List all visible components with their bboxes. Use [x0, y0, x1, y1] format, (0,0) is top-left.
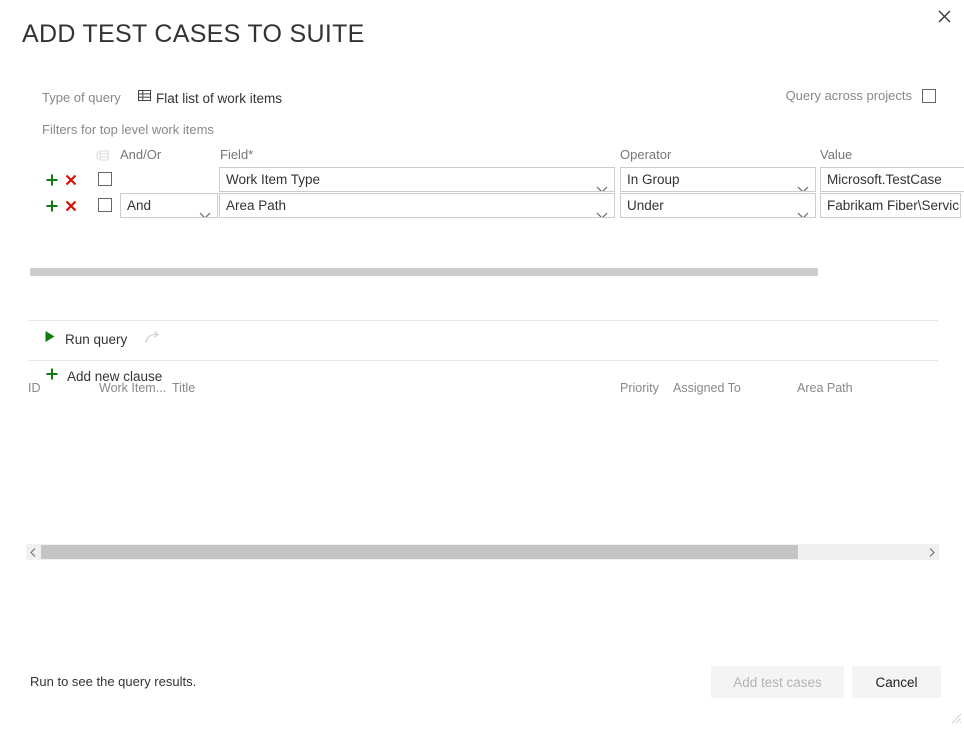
- field-select-value: Area Path: [226, 198, 286, 213]
- value-input[interactable]: Fabrikam Fiber\Servic: [820, 193, 961, 218]
- filters-scrollbar-thumb[interactable]: [30, 268, 818, 276]
- column-header-title[interactable]: Title: [172, 381, 195, 395]
- query-type-row: Type of query Flat list of work items Qu…: [42, 88, 936, 110]
- column-header-and-or: And/Or: [120, 147, 161, 167]
- column-header-value: Value: [820, 147, 852, 167]
- query-across-projects-toggle[interactable]: Query across projects: [786, 88, 936, 103]
- cancel-button[interactable]: Cancel: [852, 666, 941, 698]
- run-query-button[interactable]: Run query: [44, 330, 127, 348]
- and-or-select[interactable]: And: [120, 193, 218, 218]
- query-type-selector[interactable]: Flat list of work items: [137, 88, 282, 108]
- column-header-id[interactable]: ID: [28, 381, 41, 395]
- footer-status-text: Run to see the query results.: [30, 674, 196, 689]
- results-column-headers: ID Work Item... Title Priority Assigned …: [0, 381, 964, 397]
- clause-row-checkbox[interactable]: [98, 198, 112, 212]
- operator-select-value: Under: [627, 198, 664, 213]
- filters-caption: Filters for top level work items: [42, 122, 214, 137]
- add-clause-row-icon[interactable]: [45, 171, 59, 189]
- filter-clause-row: Work Item Type In Group Microsoft.TestCa…: [0, 167, 964, 193]
- and-or-select-value: And: [127, 198, 151, 213]
- chevron-down-icon: [797, 203, 809, 218]
- grid-icon: [137, 88, 152, 108]
- query-type-label: Type of query: [42, 90, 121, 105]
- value-input[interactable]: Microsoft.TestCase: [820, 167, 964, 192]
- value-input-text: Fabrikam Fiber\Servic: [827, 198, 959, 213]
- field-select-value: Work Item Type: [226, 172, 320, 187]
- chevron-down-icon: [596, 177, 608, 192]
- operator-select[interactable]: Under: [620, 193, 816, 218]
- add-test-cases-button[interactable]: Add test cases: [711, 666, 844, 698]
- operator-select-value: In Group: [627, 172, 680, 187]
- chevron-down-icon: [199, 203, 211, 218]
- field-select[interactable]: Area Path: [219, 193, 615, 218]
- results-list: [28, 400, 938, 540]
- scroll-right-arrow-icon[interactable]: [925, 544, 939, 560]
- query-across-projects-label: Query across projects: [786, 88, 912, 103]
- delete-clause-row-icon[interactable]: [64, 171, 78, 189]
- resize-grip-icon[interactable]: [948, 710, 962, 724]
- toolbar-divider-top: [28, 320, 938, 321]
- chevron-down-icon: [797, 177, 809, 192]
- value-input-text: Microsoft.TestCase: [827, 172, 942, 187]
- column-header-work-item-type[interactable]: Work Item...: [99, 381, 166, 395]
- column-header-field: Field*: [220, 147, 253, 167]
- field-select[interactable]: Work Item Type: [219, 167, 615, 192]
- results-horizontal-scrollbar[interactable]: [26, 544, 939, 560]
- filter-clause-grid: And/Or Field* Operator Value Work Item T…: [0, 147, 964, 227]
- clause-row-checkbox[interactable]: [98, 172, 112, 186]
- close-button[interactable]: [924, 0, 964, 32]
- column-header-area-path[interactable]: Area Path: [797, 381, 853, 395]
- column-header-priority[interactable]: Priority: [620, 381, 659, 395]
- scroll-left-arrow-icon[interactable]: [26, 544, 40, 560]
- query-across-projects-checkbox[interactable]: [922, 89, 936, 103]
- results-scrollbar-thumb[interactable]: [41, 545, 798, 559]
- column-header-assigned-to[interactable]: Assigned To: [673, 381, 741, 395]
- close-icon: [938, 10, 951, 23]
- page-title: ADD TEST CASES TO SUITE: [22, 20, 365, 49]
- filters-horizontal-scrollbar[interactable]: [30, 268, 938, 276]
- operator-select[interactable]: In Group: [620, 167, 816, 192]
- group-clauses-icon[interactable]: [96, 149, 109, 167]
- chevron-down-icon: [596, 203, 608, 218]
- play-icon: [44, 330, 56, 348]
- toolbar-divider-bottom: [28, 360, 938, 361]
- column-header-operator: Operator: [620, 147, 671, 167]
- redo-arrow-icon[interactable]: [144, 330, 164, 348]
- filter-clause-row: And Area Path Under Fabrikam Fiber\Servi…: [0, 193, 964, 219]
- delete-clause-row-icon[interactable]: [64, 197, 78, 215]
- query-type-value: Flat list of work items: [156, 91, 282, 106]
- run-query-label: Run query: [65, 332, 127, 347]
- add-clause-row-icon[interactable]: [45, 197, 59, 215]
